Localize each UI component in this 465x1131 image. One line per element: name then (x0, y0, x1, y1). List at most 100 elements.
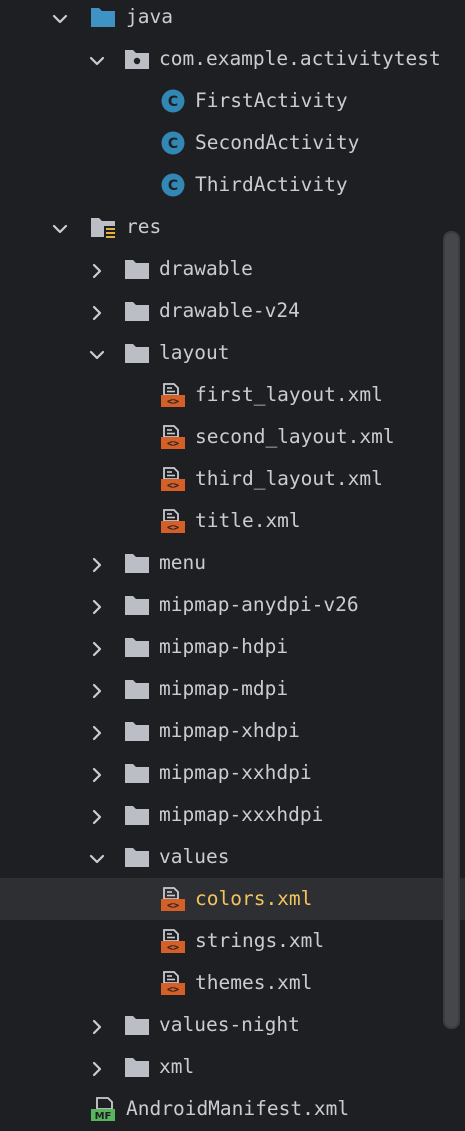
tree-node-label: mipmap-hdpi (159, 635, 289, 658)
xml-file-icon: <> (160, 929, 186, 954)
tree-node-label: mipmap-xxhdpi (159, 761, 312, 784)
chevron-right-icon[interactable] (89, 765, 105, 783)
tree-node-label: strings.xml (195, 929, 325, 952)
java-class-icon: C (160, 89, 186, 113)
folder-icon (124, 551, 150, 575)
tree-node-label: third_layout.xml (195, 467, 383, 490)
tree-node[interactable]: C SecondActivity (0, 122, 465, 164)
chevron-right-icon[interactable] (89, 261, 105, 279)
project-tree: java com.example.activitytest C FirstActivi… (0, 0, 465, 1131)
tree-node-label: ThirdActivity (195, 173, 348, 196)
chevron-right-icon[interactable] (89, 681, 105, 699)
manifest-file-icon: MF (90, 1097, 116, 1122)
chevron-right-icon[interactable] (89, 1017, 105, 1035)
tree-node[interactable]: <> first_layout.xml (0, 374, 465, 416)
folder-icon (124, 635, 150, 659)
svg-text:C: C (168, 178, 178, 194)
chevron-down-icon[interactable] (89, 849, 105, 865)
svg-text:<>: <> (167, 481, 179, 492)
svg-text:C: C (168, 94, 178, 110)
svg-text:<>: <> (167, 523, 179, 534)
folder-icon (124, 845, 150, 869)
tree-node[interactable]: values (0, 836, 465, 878)
svg-text:<>: <> (167, 439, 179, 450)
chevron-right-icon[interactable] (89, 597, 105, 615)
tree-node[interactable]: mipmap-anydpi-v26 (0, 584, 465, 626)
tree-node[interactable]: mipmap-xxxhdpi (0, 794, 465, 836)
tree-node[interactable]: <> second_layout.xml (0, 416, 465, 458)
tree-node-label: java (126, 5, 173, 28)
folder-icon (124, 677, 150, 701)
svg-text:C: C (168, 136, 178, 152)
tree-node-label: first_layout.xml (195, 383, 383, 406)
tree-node-label: drawable-v24 (159, 299, 300, 322)
folder-icon (124, 593, 150, 617)
xml-file-icon: <> (160, 425, 186, 450)
tree-node[interactable]: <> colors.xml (0, 878, 465, 920)
tree-node-label: menu (159, 551, 206, 574)
tree-node-label: second_layout.xml (195, 425, 395, 448)
tree-node-label: SecondActivity (195, 131, 360, 154)
source-folder-icon (90, 5, 116, 29)
tree-node-label: colors.xml (195, 887, 313, 910)
tree-node[interactable]: java (0, 0, 465, 38)
tree-node-label: FirstActivity (195, 89, 348, 112)
tree-node[interactable]: values-night (0, 1004, 465, 1046)
tree-node[interactable]: drawable-v24 (0, 290, 465, 332)
tree-node[interactable]: mipmap-hdpi (0, 626, 465, 668)
folder-icon (124, 299, 150, 323)
xml-file-icon: <> (160, 887, 186, 912)
chevron-down-icon[interactable] (89, 51, 105, 67)
tree-node-label: com.example.activitytest (159, 47, 441, 70)
chevron-down-icon[interactable] (89, 345, 105, 361)
tree-node[interactable]: res (0, 206, 465, 248)
tree-node[interactable]: mipmap-mdpi (0, 668, 465, 710)
tree-node[interactable]: C FirstActivity (0, 80, 465, 122)
svg-text:<>: <> (167, 985, 179, 996)
tree-node-label: themes.xml (195, 971, 313, 994)
tree-node[interactable]: MF AndroidManifest.xml (0, 1088, 465, 1130)
folder-icon (124, 341, 150, 365)
tree-node[interactable]: mipmap-xhdpi (0, 710, 465, 752)
chevron-right-icon[interactable] (89, 1059, 105, 1077)
svg-text:<>: <> (167, 397, 179, 408)
chevron-right-icon[interactable] (89, 555, 105, 573)
tree-node-label: values (159, 845, 230, 868)
tree-node[interactable]: <> third_layout.xml (0, 458, 465, 500)
tree-node-label: values-night (159, 1013, 300, 1036)
tree-node-label: AndroidManifest.xml (126, 1097, 350, 1120)
tree-node-label: mipmap-mdpi (159, 677, 289, 700)
vertical-scrollbar-thumb[interactable] (445, 233, 458, 1027)
package-icon (124, 47, 150, 71)
tree-node-label: res (126, 215, 162, 238)
tree-node-label: mipmap-anydpi-v26 (159, 593, 359, 616)
tree-node[interactable]: com.example.activitytest (0, 38, 465, 80)
tree-node-label: title.xml (195, 509, 301, 532)
folder-icon (124, 803, 150, 827)
tree-node[interactable]: xml (0, 1046, 465, 1088)
chevron-down-icon[interactable] (52, 219, 68, 235)
tree-node[interactable]: <> themes.xml (0, 962, 465, 1004)
tree-node[interactable]: menu (0, 542, 465, 584)
tree-node[interactable]: <> strings.xml (0, 920, 465, 962)
tree-node[interactable]: mipmap-xxhdpi (0, 752, 465, 794)
tree-node[interactable]: C ThirdActivity (0, 164, 465, 206)
xml-file-icon: <> (160, 383, 186, 408)
xml-file-icon: <> (160, 467, 186, 492)
tree-node[interactable]: <> title.xml (0, 500, 465, 542)
chevron-down-icon[interactable] (52, 9, 68, 25)
chevron-right-icon[interactable] (89, 639, 105, 657)
tree-node-label: xml (159, 1055, 195, 1078)
java-class-icon: C (160, 173, 186, 197)
tree-node[interactable]: layout (0, 332, 465, 374)
svg-text:<>: <> (167, 901, 179, 912)
chevron-right-icon[interactable] (89, 807, 105, 825)
chevron-right-icon[interactable] (89, 303, 105, 321)
folder-icon (124, 1055, 150, 1079)
folder-icon (124, 1013, 150, 1037)
tree-node[interactable]: drawable (0, 248, 465, 290)
xml-file-icon: <> (160, 509, 186, 534)
folder-icon (124, 719, 150, 743)
chevron-right-icon[interactable] (89, 723, 105, 741)
tree-node-label: layout (159, 341, 230, 364)
